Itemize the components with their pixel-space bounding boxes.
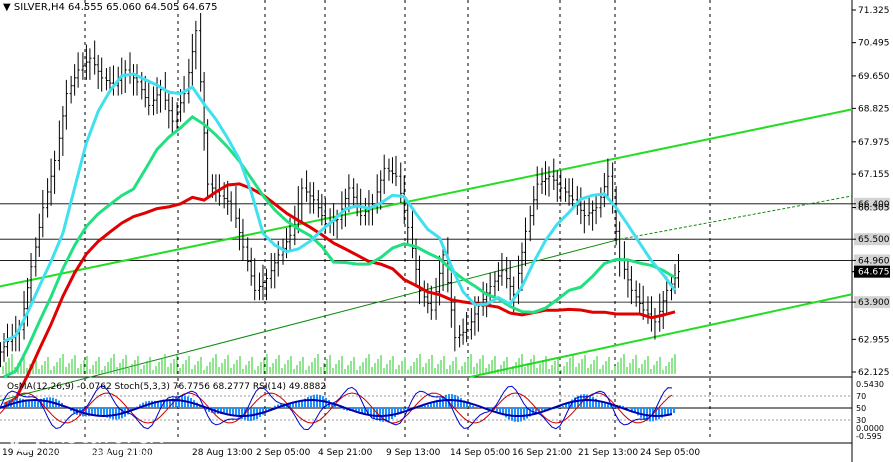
indicator-axis-label: 0.5430 [856, 380, 884, 389]
time-label: 21 Sep 13:00 [578, 448, 638, 458]
price-label: 66.305 [858, 204, 890, 214]
time-label: 24 Sep 05:00 [640, 448, 700, 458]
price-label: 68.825 [858, 104, 890, 114]
price-label: 64.960 [858, 256, 890, 266]
indicator-header: OsMA(12,26,9) -0.0762 Stoch(5,3,3) 76.77… [7, 382, 327, 392]
time-label: 9 Sep 13:00 [386, 448, 441, 458]
chart-frame: 71.32570.49569.65068.82567.97567.15566.4… [0, 0, 893, 462]
indicator-axis-label: 70 [856, 392, 866, 401]
price-label: 70.495 [858, 39, 890, 49]
price-label: 63.900 [858, 298, 890, 308]
current-price-label: 64.675 [858, 268, 890, 278]
ohlc-values: 64.555 65.060 64.505 64.675 [68, 2, 218, 13]
watermark-tagline: Instant Forex Trading [46, 448, 152, 459]
symbol-label: SILVER,H4 [13, 2, 65, 13]
symbol-header: ▼ SILVER,H4 64.555 65.060 64.505 64.675 [3, 2, 218, 13]
price-label: 67.155 [858, 170, 890, 180]
time-label: 2 Sep 05:00 [256, 448, 311, 458]
price-label: 69.650 [858, 72, 890, 82]
price-label: 71.325 [858, 6, 890, 16]
watermark-logo: instaforex Instant Forex Trading [6, 418, 206, 459]
time-label: 16 Sep 21:00 [512, 448, 572, 458]
indicator-axis-label: 50 [856, 404, 866, 413]
time-label: 4 Sep 21:00 [318, 448, 373, 458]
time-label: 14 Sep 05:00 [450, 448, 510, 458]
logo-icon [9, 421, 41, 453]
dropdown-arrow-icon[interactable]: ▼ [3, 2, 11, 13]
price-label: 65.500 [858, 235, 890, 245]
price-label: 62.955 [858, 335, 890, 345]
watermark-name: instaforex [44, 420, 164, 449]
indicator-axis-label: -0.595 [856, 432, 882, 441]
price-label: 67.975 [858, 138, 890, 148]
price-label: 62.125 [858, 368, 890, 378]
